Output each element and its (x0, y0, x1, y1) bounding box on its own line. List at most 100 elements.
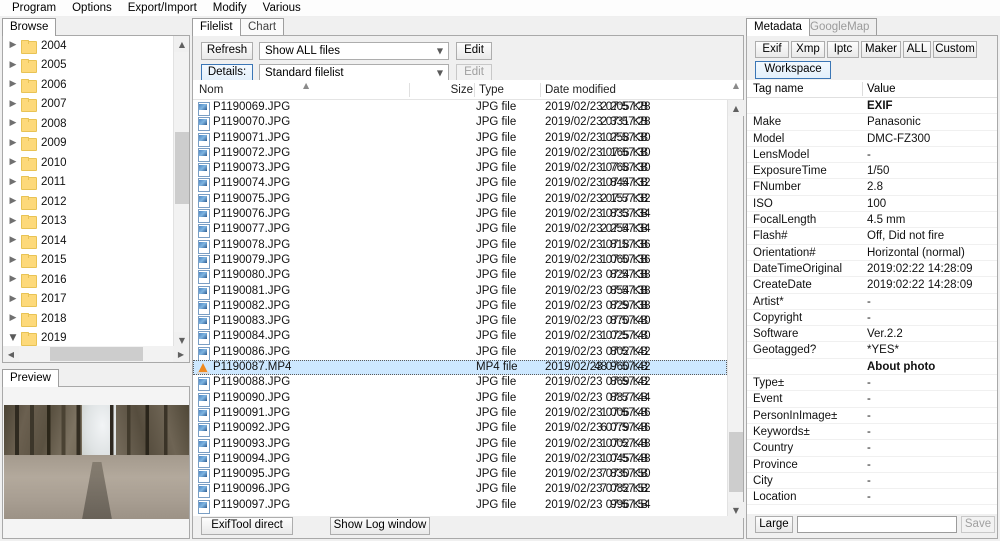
menu-item-various[interactable]: Various (255, 1, 309, 15)
filelist-scroll-up-icon[interactable]: ▲ (728, 100, 744, 116)
show-log-window-button[interactable]: Show Log window (330, 517, 430, 535)
menu-item-options[interactable]: Options (64, 1, 120, 15)
table-row[interactable]: P1190094.JPG 1 045 KB JPG file 2019/02/23 0… (193, 452, 727, 468)
metadata-row[interactable]: Province - (747, 457, 997, 473)
metadata-row[interactable]: Software Ver.2.2 (747, 326, 997, 343)
chevron-right-icon[interactable]: ▶ (5, 236, 21, 245)
folder-tree[interactable]: ▶ 2004 ▶ 2005 ▶ 2006 ▶ 2007 ▶ 2008 ▶ 2009 ▶ 2010 ▶ 2011… (2, 35, 190, 363)
exiftool-direct-button[interactable]: ExifTool direct (201, 517, 293, 535)
chevron-right-icon[interactable]: ▶ (5, 60, 21, 70)
menu-item-program[interactable]: Program (4, 1, 64, 15)
table-row[interactable]: P1190074.JPG 1 844 KB JPG file 2019/02/23 0… (193, 176, 727, 193)
table-row[interactable]: P1190078.JPG 1 818 KB JPG file 2019/02/23 0… (193, 238, 727, 254)
metadata-header-divider[interactable] (862, 82, 863, 96)
chevron-right-icon[interactable]: ▶ (5, 255, 21, 265)
chevron-right-icon[interactable]: ▶ (5, 275, 21, 284)
table-row[interactable]: P1190084.JPG 1 025 KB JPG file 2019/02/23 0… (193, 329, 727, 346)
table-row[interactable]: P1190080.JPG 824 KB JPG file 2019/02/23 07:… (193, 268, 727, 285)
metadata-row[interactable]: Flash# Off, Did not fire (747, 228, 997, 245)
metadata-row[interactable]: ExposureTime 1/50 (747, 163, 997, 180)
metadata-row[interactable]: CreateDate 2019:02:22 14:28:09 (747, 277, 997, 294)
metadata-row[interactable]: Event - (747, 391, 997, 408)
tree-node[interactable]: ▶ 2007 (3, 95, 171, 115)
table-row[interactable]: P1190093.JPG 1 002 KB JPG file 2019/02/23 0… (193, 437, 727, 453)
tree-node[interactable]: ▶ 2009 (3, 134, 171, 154)
table-row[interactable]: P1190083.JPG 870 KB JPG file 2019/02/23 07:… (193, 314, 727, 331)
large-button[interactable]: Large (755, 516, 793, 533)
table-row[interactable]: P1190081.JPG 854 KB JPG file 2019/02/23 07:… (193, 284, 727, 300)
metadata-row[interactable]: Geotagged? *YES* (747, 342, 997, 359)
header-divider[interactable] (540, 83, 541, 97)
xmp-filter-button[interactable]: Xmp (791, 41, 825, 58)
metadata-row[interactable]: Artist* - (747, 294, 997, 310)
tree-horizontal-scrollbar[interactable]: ◀ ▶ (3, 346, 189, 362)
tree-node[interactable]: ▶ 2004 (3, 36, 171, 56)
chevron-right-icon[interactable]: ▶ (5, 119, 21, 128)
custom-filter-button[interactable]: Custom (933, 41, 977, 58)
workspace-button[interactable]: Workspace (755, 61, 831, 79)
table-row[interactable]: P1190091.JPG 1 006 KB JPG file 2019/02/23 0… (193, 406, 727, 422)
table-row[interactable]: P1190077.JPG 2 254 KB JPG file 2019/02/23 0… (193, 222, 727, 239)
table-row[interactable]: P1190082.JPG 829 KB JPG file 2019/02/23 07:… (193, 299, 727, 315)
edit-filter-button[interactable]: Edit (456, 42, 492, 60)
filelist-rows[interactable]: P1190069.JPG 2 205 KB JPG file 2019/02/23 0… (193, 100, 727, 518)
tree-node[interactable]: ▶ 2017 (3, 290, 171, 310)
tab-googlemap[interactable]: GoogleMap (802, 18, 878, 35)
tab-filelist[interactable]: Filelist (192, 18, 241, 36)
table-row[interactable]: P1190090.JPG 887 KB JPG file 2019/02/23 07:… (193, 391, 727, 407)
all-filter-button[interactable]: ALL (903, 41, 931, 58)
column-header-date[interactable]: Date modified (545, 80, 616, 100)
maker-filter-button[interactable]: Maker (861, 41, 901, 58)
tree-node[interactable]: ▶ 2012 (3, 192, 171, 212)
metadata-row[interactable]: Country - (747, 440, 997, 457)
menu-item-export-import[interactable]: Export/Import (120, 1, 205, 15)
table-row[interactable]: P1190097.JPG 996 KB JPG file 2019/02/23 07:… (193, 498, 727, 514)
table-row[interactable]: P1190092.JPG 6 079 KB JPG file 2019/02/23 0… (193, 421, 727, 438)
metadata-row[interactable]: Orientation# Horizontal (normal) (747, 245, 997, 261)
table-row[interactable]: P1190087.MP4 48 960 KB MP4 file 2019/02/23 … (193, 360, 727, 376)
metadata-row[interactable]: EXIF (747, 98, 997, 115)
tab-preview[interactable]: Preview (2, 369, 59, 387)
tree-vertical-scrollbar[interactable]: ▲ ▼ (173, 36, 189, 348)
exif-filter-button[interactable]: Exif (755, 41, 789, 58)
metadata-edit-input[interactable] (797, 516, 957, 533)
header-divider[interactable] (409, 83, 410, 97)
metadata-row[interactable]: LensModel - (747, 147, 997, 164)
tab-browse[interactable]: Browse (2, 18, 57, 36)
column-header-type[interactable]: Type (479, 80, 504, 100)
tab-metadata[interactable]: Metadata (746, 18, 810, 36)
tree-node[interactable]: ▶ 2005 (3, 56, 171, 76)
metadata-row[interactable]: Make Panasonic (747, 114, 997, 131)
tree-scroll-thumb[interactable] (175, 132, 189, 204)
table-row[interactable]: P1190076.JPG 1 833 KB JPG file 2019/02/23 0… (193, 207, 727, 224)
column-header-tag-name[interactable]: Tag name (753, 80, 804, 98)
tree-hscroll-thumb[interactable] (50, 347, 143, 361)
refresh-button[interactable]: Refresh (201, 42, 253, 60)
tree-node[interactable]: ▶ 2018 (3, 309, 171, 329)
file-filter-select[interactable]: Show ALL files ▼ (259, 42, 449, 60)
tree-node[interactable]: ▶ 2008 (3, 114, 171, 134)
metadata-row[interactable]: FNumber 2.8 (747, 179, 997, 196)
chevron-right-icon[interactable]: ▶ (5, 80, 21, 89)
tree-node[interactable]: ▶ 2015 (3, 251, 171, 271)
header-scroll-up-icon[interactable]: ▲ (733, 81, 739, 90)
column-header-size[interactable]: Size (448, 80, 473, 100)
table-row[interactable]: P1190072.JPG 1 166 KB JPG file 2019/02/23 0… (193, 146, 727, 162)
metadata-row[interactable]: Keywords± - (747, 424, 997, 441)
header-divider[interactable] (474, 83, 475, 97)
iptc-filter-button[interactable]: Iptc (827, 41, 859, 58)
tree-scroll-up-icon[interactable]: ▲ (174, 36, 189, 52)
filelist-vertical-scrollbar[interactable]: ▲ ▼ (727, 100, 744, 518)
chevron-right-icon[interactable]: ▶ (5, 99, 21, 109)
table-row[interactable]: P1190088.JPG 869 KB JPG file 2019/02/23 07:… (193, 375, 727, 392)
tree-node[interactable]: ▶ 2013 (3, 212, 171, 232)
metadata-row[interactable]: About photo (747, 359, 997, 376)
table-row[interactable]: P1190075.JPG 2 157 KB JPG file 2019/02/23 0… (193, 192, 727, 208)
metadata-row[interactable]: Type± - (747, 375, 997, 392)
tree-node[interactable]: ▶ 2010 (3, 153, 171, 173)
chevron-right-icon[interactable]: ▶ (5, 138, 21, 148)
chevron-right-icon[interactable]: ▶ (5, 41, 21, 50)
chevron-right-icon[interactable]: ▶ (5, 197, 21, 206)
table-row[interactable]: P1190095.JPG 7 830 KB JPG file 2019/02/23 0… (193, 467, 727, 484)
save-button[interactable]: Save (961, 516, 995, 533)
